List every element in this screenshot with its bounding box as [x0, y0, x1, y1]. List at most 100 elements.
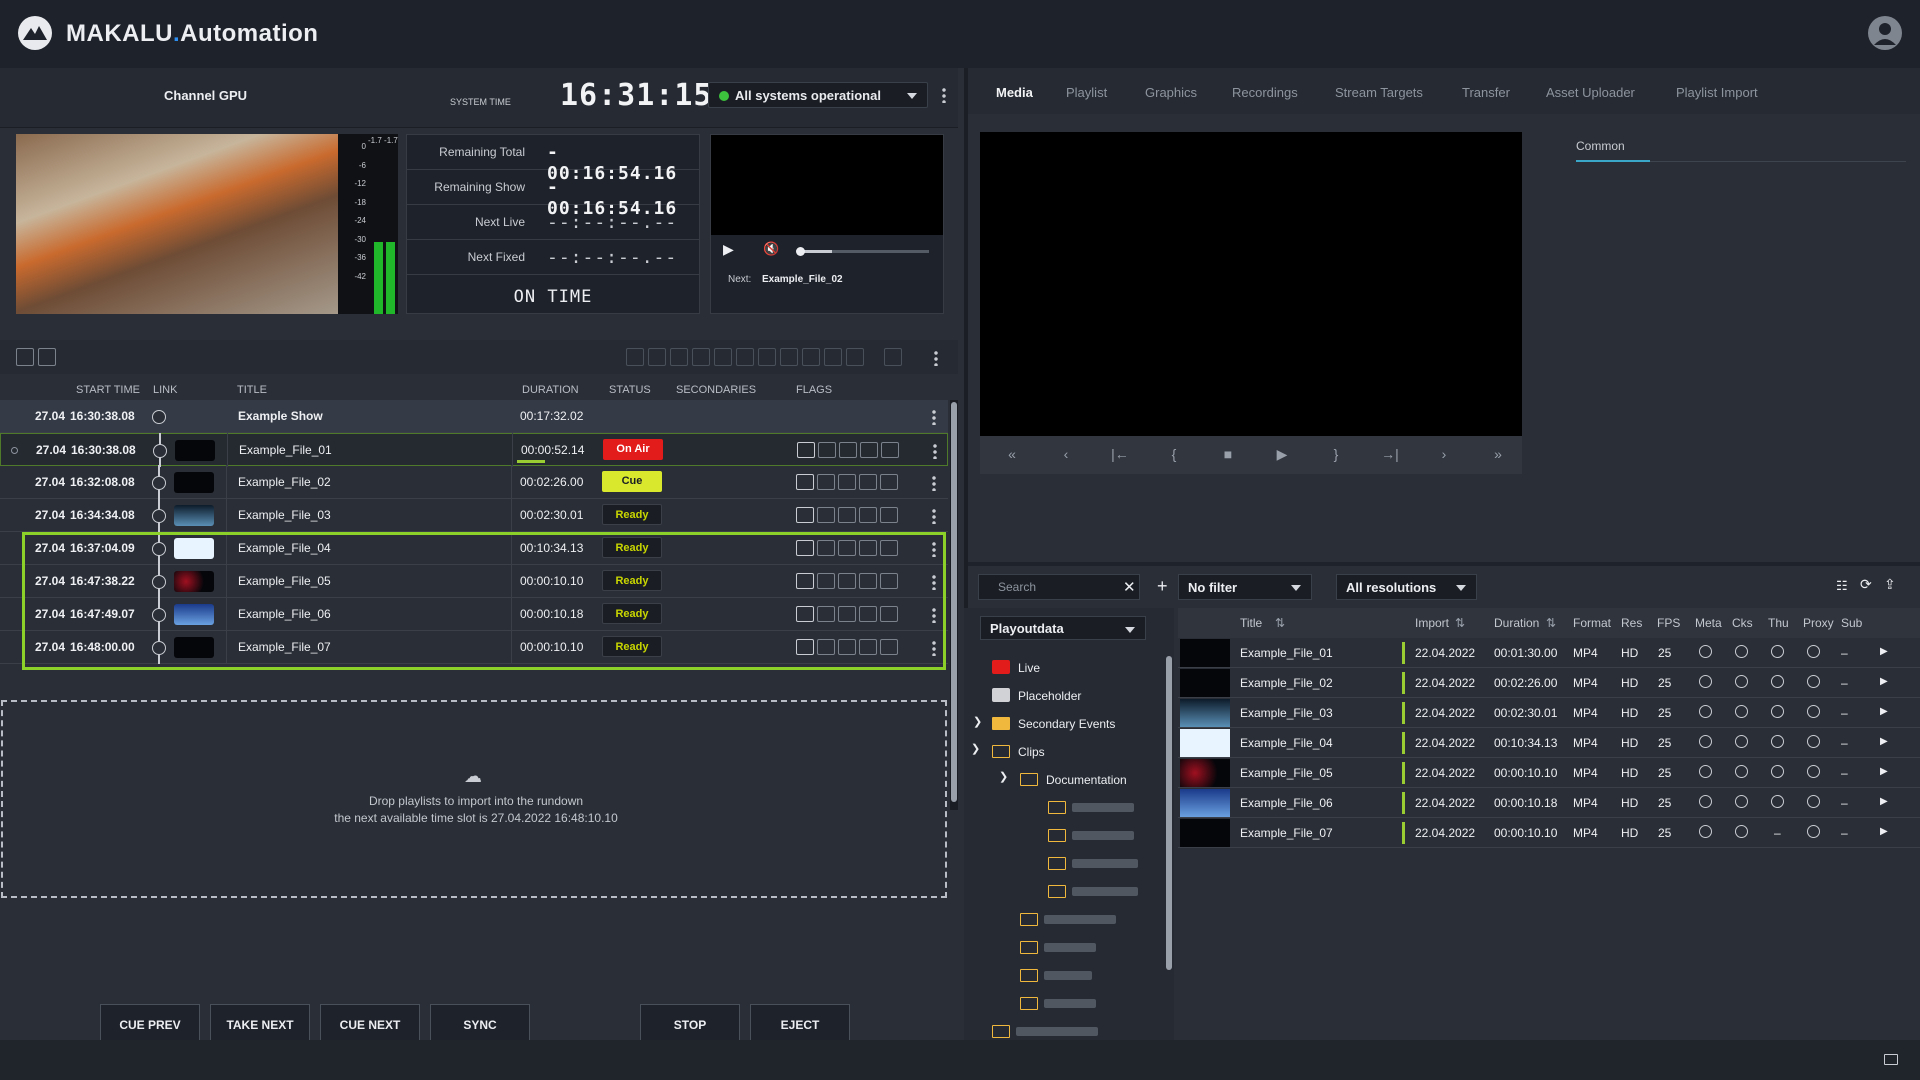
player-control-icon[interactable]: « [1002, 446, 1022, 462]
tab-playlist[interactable]: Playlist [1066, 85, 1107, 100]
rundown-menu-icon[interactable] [934, 350, 938, 366]
add-icon[interactable]: + [1157, 576, 1168, 597]
rundown-tool-icon[interactable] [670, 348, 688, 366]
folder-icon[interactable] [1020, 941, 1038, 954]
col-res[interactable]: Res [1621, 616, 1642, 630]
tree-item-placeholder[interactable]: Placeholder [1018, 689, 1081, 703]
rundown-tool-icon[interactable] [692, 348, 710, 366]
folder-icon[interactable] [1048, 857, 1066, 870]
tree-item-secondary-events[interactable]: Secondary Events [1018, 717, 1115, 731]
row-play-icon[interactable]: ▶ [1880, 826, 1888, 837]
row-menu-icon[interactable] [933, 443, 937, 459]
tree-scrollbar[interactable] [1166, 656, 1172, 970]
col-format[interactable]: Format [1573, 616, 1611, 630]
col-cks[interactable]: Cks [1732, 616, 1753, 630]
flag-icon[interactable] [796, 474, 814, 490]
row-play-icon[interactable]: ▶ [1880, 796, 1888, 807]
flag-icon[interactable] [859, 474, 877, 490]
row-menu-icon[interactable] [932, 475, 936, 491]
folder-icon[interactable] [1020, 913, 1038, 926]
folder-icon[interactable] [1048, 885, 1066, 898]
flag-icon[interactable] [797, 442, 815, 458]
fullscreen-icon[interactable] [1884, 1054, 1898, 1065]
tab-graphics[interactable]: Graphics [1145, 85, 1197, 100]
flag-icon[interactable] [838, 507, 856, 523]
player-control-icon[interactable]: } [1326, 446, 1346, 462]
player-control-icon[interactable]: →| [1380, 446, 1400, 462]
player-control-icon[interactable]: ■ [1218, 446, 1238, 462]
sort-icon[interactable]: ⇅ [1455, 616, 1465, 630]
row-play-icon[interactable]: ▶ [1880, 736, 1888, 747]
trash-icon[interactable] [884, 348, 902, 366]
sort-icon[interactable]: ⇅ [1546, 616, 1556, 630]
col-flags[interactable]: FLAGS [796, 384, 832, 396]
flag-icon[interactable] [881, 442, 899, 458]
system-status-dropdown[interactable]: All systems operational [708, 82, 928, 108]
refresh-icon[interactable] [16, 348, 34, 366]
tree-item-documentation[interactable]: Documentation [1046, 773, 1127, 787]
col-media-title[interactable]: Title [1240, 616, 1262, 630]
col-proxy[interactable]: Proxy [1803, 616, 1834, 630]
media-row[interactable]: Example_File_05 22.04.2022 00:00:10.10 MP4 H… [1178, 758, 1920, 788]
seek-handle[interactable] [796, 247, 805, 256]
folder-icon[interactable] [1048, 829, 1066, 842]
col-sub[interactable]: Sub [1841, 616, 1862, 630]
rundown-tool-icon[interactable] [626, 348, 644, 366]
media-row[interactable]: Example_File_06 22.04.2022 00:00:10.18 MP4 H… [1178, 788, 1920, 818]
tab-transfer[interactable]: Transfer [1462, 85, 1510, 100]
flag-icon[interactable] [817, 474, 835, 490]
media-search-input[interactable]: Search ✕ [978, 574, 1140, 600]
media-row[interactable]: Example_File_07 22.04.2022 00:00:10.10 MP4 H… [1178, 818, 1920, 848]
player-control-icon[interactable]: { [1164, 446, 1184, 462]
player-control-icon[interactable]: |← [1110, 446, 1130, 462]
player-control-icon[interactable]: ▶ [1272, 446, 1292, 463]
flag-icon[interactable] [859, 507, 877, 523]
mute-icon[interactable]: 🔇 [763, 241, 779, 257]
link-icon[interactable] [152, 509, 166, 523]
chevron-down-icon[interactable]: ❯ [999, 770, 1008, 783]
source-dropdown[interactable]: Playoutdata [980, 616, 1146, 640]
rundown-tool-icon[interactable] [780, 348, 798, 366]
rundown-tool-icon[interactable] [648, 348, 666, 366]
flag-icon[interactable] [860, 442, 878, 458]
flag-icon[interactable] [796, 507, 814, 523]
tab-stream-targets[interactable]: Stream Targets [1335, 85, 1423, 100]
tree-item-clips[interactable]: Clips [1018, 745, 1045, 759]
refresh-icon[interactable]: ⟳ [1860, 576, 1872, 593]
chevron-right-icon[interactable]: ❯ [973, 715, 982, 728]
media-row[interactable]: Example_File_03 22.04.2022 00:02:30.01 MP4 H… [1178, 698, 1920, 728]
rundown-tool-icon[interactable] [824, 348, 842, 366]
row-play-icon[interactable]: ▶ [1880, 676, 1888, 687]
col-fps[interactable]: FPS [1657, 616, 1680, 630]
col-duration-media[interactable]: Duration [1494, 616, 1539, 630]
tab-playlist-import[interactable]: Playlist Import [1676, 85, 1758, 100]
col-thu[interactable]: Thu [1768, 616, 1789, 630]
rundown-row[interactable]: 27.04 16:30:38.08 Example_File_01 00:00:52.… [0, 433, 948, 467]
play-icon[interactable]: ▶ [723, 241, 734, 258]
link-icon[interactable] [152, 476, 166, 490]
playlist-drop-zone[interactable]: ☁ Drop playlists to import into the rund… [1, 700, 947, 898]
sync-off-icon[interactable] [38, 348, 56, 366]
rundown-tool-icon[interactable] [802, 348, 820, 366]
sort-icon[interactable]: ⇅ [1275, 616, 1285, 630]
flag-icon[interactable] [838, 474, 856, 490]
col-import[interactable]: Import [1415, 616, 1449, 630]
tab-recordings[interactable]: Recordings [1232, 85, 1298, 100]
rundown-row[interactable]: 27.04 16:32:08.08 Example_File_02 00:02:26.… [0, 465, 948, 499]
col-status[interactable]: STATUS [609, 384, 651, 396]
folder-icon[interactable] [1048, 801, 1066, 814]
show-row[interactable]: 27.04 16:30:38.08 Example Show 00:17:32.… [0, 400, 948, 433]
col-start-time[interactable]: START TIME [76, 384, 140, 396]
media-row[interactable]: Example_File_04 22.04.2022 00:10:34.13 MP4 H… [1178, 728, 1920, 758]
upload-icon[interactable]: ⇪ [1884, 576, 1896, 593]
channel-menu-icon[interactable] [942, 87, 946, 103]
tree-item-live[interactable]: Live [1018, 661, 1040, 675]
col-secondaries[interactable]: SECONDARIES [676, 384, 756, 396]
folder-icon[interactable] [1020, 997, 1038, 1010]
row-play-icon[interactable]: ▶ [1880, 646, 1888, 657]
resolution-dropdown[interactable]: All resolutions [1336, 574, 1477, 600]
folder-icon[interactable] [1020, 969, 1038, 982]
row-play-icon[interactable]: ▶ [1880, 706, 1888, 717]
rundown-tool-icon[interactable] [846, 348, 864, 366]
player-control-icon[interactable]: › [1434, 446, 1454, 462]
